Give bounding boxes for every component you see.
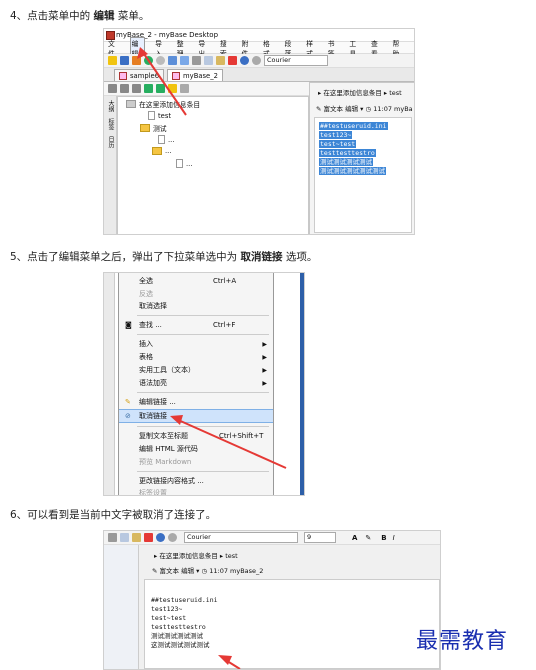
screenshot-3: Courier 9 A ✎ B I ▸ 在这里添加信息条目 ▸ test ✎ 富… [103, 530, 441, 670]
red-arrow-2 [170, 415, 287, 469]
step-5-bold: 取消链接 [240, 251, 283, 263]
step-6-text: 6、可以看到是当前中文字被取消了连接了。 [10, 509, 217, 521]
step-4-prefix: 4、点击菜单中的 [10, 10, 94, 22]
red-arrow-1 [137, 47, 187, 116]
red-arrow-3 [218, 655, 241, 669]
screenshot-2: 全选 Ctrl+A 反选 取消选择 ◙ 查找 ... Ctrl+F 插入 ▶ 表格 ▶ 实… [103, 272, 305, 496]
step-6-caption: 6、可以看到是当前中文字被取消了连接了。 [10, 507, 216, 522]
watermark-logo: 最需教育 [416, 629, 509, 654]
step-4-bold: 编辑 [93, 10, 115, 22]
step-5-suffix: 选项。 [282, 251, 318, 263]
step-5-caption: 5、点击了编辑菜单之后，弹出了下拉菜单选中为 取消链接 选项。 [10, 249, 317, 264]
step-4-suffix: 菜单。 [114, 10, 150, 22]
screenshot-1: myBase_2 - myBase Desktop 文件 编辑 导入 整理 导出… [103, 28, 415, 235]
step-5-prefix: 5、点击了编辑菜单之后，弹出了下拉菜单选中为 [10, 251, 241, 263]
step-4-caption: 4、点击菜单中的 编辑 菜单。 [10, 8, 149, 23]
